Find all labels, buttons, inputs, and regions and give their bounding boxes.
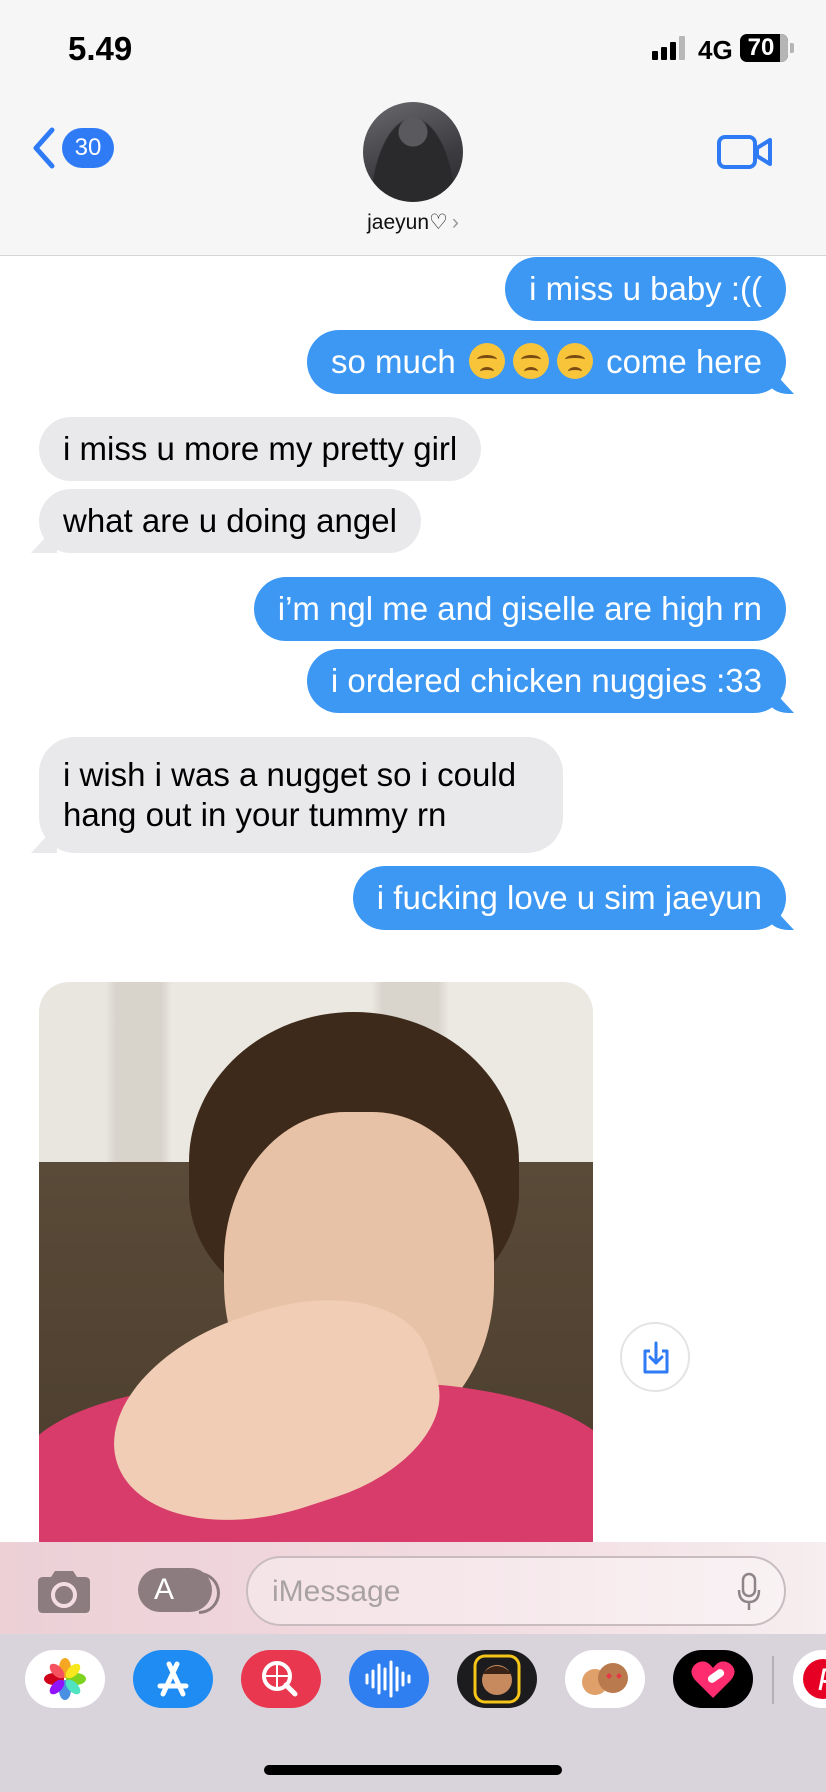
message-text: what are u doing angel	[63, 502, 397, 539]
cellular-signal-icon	[652, 36, 685, 60]
compose-bar: A	[0, 1542, 826, 1634]
message-text: i ordered chicken nuggies :33	[330, 662, 762, 699]
back-button[interactable]: 30	[30, 126, 114, 170]
message-text: come here	[606, 343, 762, 380]
status-time: 5.49	[68, 30, 133, 67]
camera-icon[interactable]	[34, 1568, 94, 1616]
message-text: i miss u more my pretty girl	[63, 430, 458, 467]
app-store-button[interactable]: A	[138, 1568, 212, 1612]
photo-attachment[interactable]	[39, 982, 593, 1542]
photos-app-icon[interactable]	[25, 1650, 105, 1708]
battery-nub	[790, 43, 794, 53]
message-input-field[interactable]	[246, 1556, 786, 1626]
message-bubble-incoming[interactable]: what are u doing angel	[39, 489, 421, 553]
app-store-app-icon[interactable]	[133, 1650, 213, 1708]
message-bubble-outgoing[interactable]: i’m ngl me and giselle are high rn	[253, 577, 786, 641]
digital-touch-app-icon[interactable]	[673, 1650, 753, 1708]
contact-name: jaeyun♡	[367, 211, 448, 234]
battery-level: 70	[747, 34, 775, 61]
memoji-face-icon	[473, 1654, 521, 1704]
app-drawer	[0, 1634, 826, 1792]
disappointed-face-icon	[556, 343, 593, 379]
battery-icon: 70	[740, 34, 788, 62]
message-text: i wish i was a nugget so i could hang ou…	[63, 756, 517, 833]
message-bubble-outgoing[interactable]: so much come here	[307, 330, 786, 394]
audio-message-app-icon[interactable]	[349, 1650, 429, 1708]
microphone-icon[interactable]	[736, 1572, 762, 1612]
message-input[interactable]	[272, 1570, 712, 1614]
navigation-header: 5.49 4G 70 30 jaeyun♡ ›	[0, 0, 826, 256]
message-bubble-outgoing[interactable]: i fucking love u sim jaeyun	[352, 866, 786, 930]
message-text: i fucking love u sim jaeyun	[376, 879, 762, 916]
images-search-app-icon[interactable]	[241, 1650, 321, 1708]
message-bubble-incoming[interactable]: i miss u more my pretty girl	[39, 417, 482, 481]
network-type: 4G	[698, 35, 733, 65]
pinterest-app-icon[interactable]	[793, 1650, 826, 1708]
drawer-divider	[772, 1656, 774, 1704]
message-bubble-incoming[interactable]: i wish i was a nugget so i could hang ou…	[39, 737, 563, 853]
chevron-left-icon	[33, 127, 55, 169]
pinterest-icon	[803, 1659, 826, 1699]
save-download-icon	[643, 1341, 669, 1374]
message-text: i’m ngl me and giselle are high rn	[277, 590, 762, 627]
globe-search-icon	[262, 1661, 298, 1697]
contact-avatar[interactable]	[363, 102, 463, 202]
memoji-stickers-icon	[582, 1663, 628, 1695]
memoji-stickers-app-icon[interactable]	[565, 1650, 645, 1708]
video-camera-icon[interactable]	[716, 130, 774, 174]
disappointed-face-icon	[512, 343, 549, 379]
photos-flower-icon	[44, 1658, 86, 1700]
message-bubble-outgoing[interactable]: i ordered chicken nuggies :33	[306, 649, 786, 713]
home-indicator[interactable]	[264, 1765, 562, 1775]
app-store-icon	[157, 1661, 189, 1697]
message-text: so much	[331, 343, 456, 380]
app-store-icon: A	[154, 1573, 175, 1606]
disappointed-face-icon	[468, 343, 505, 379]
save-photo-button[interactable]	[620, 1322, 690, 1392]
contact-name-row[interactable]: jaeyun♡ ›	[0, 210, 826, 235]
message-bubble-outgoing[interactable]: i miss u baby :((	[505, 257, 786, 321]
memoji-app-icon[interactable]	[457, 1650, 537, 1708]
unread-count-badge: 30	[62, 128, 114, 168]
message-text: i miss u baby :((	[529, 270, 762, 307]
chevron-right-icon: ›	[451, 211, 459, 234]
heart-icon	[691, 1661, 735, 1698]
audio-waveform-icon	[365, 1660, 411, 1698]
